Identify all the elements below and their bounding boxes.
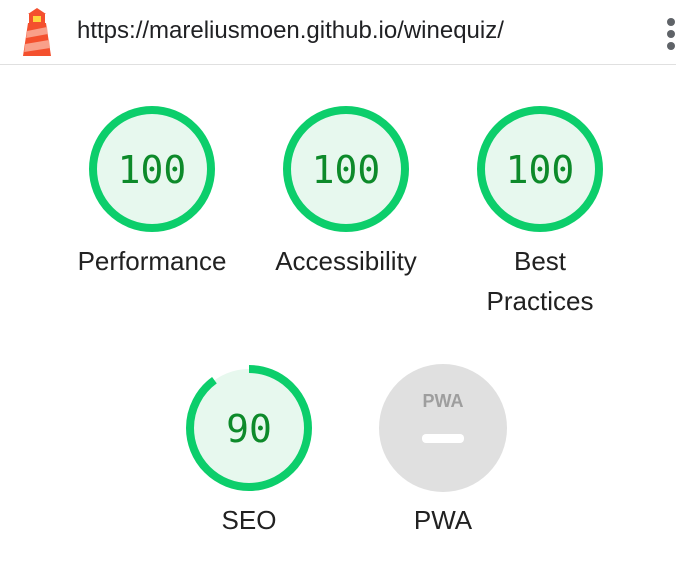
best-practices-label: Best Practices (440, 241, 640, 321)
seo-score-gauge: 90 (186, 365, 312, 491)
performance-label: Performance (77, 246, 227, 276)
seo-score: 90 (226, 407, 272, 451)
best-practices-score: 100 (506, 148, 575, 192)
more-menu-icon[interactable] (664, 18, 676, 50)
best-practices-label-line2: Practices (486, 286, 594, 316)
pwa-badge-icon: PWA (379, 364, 507, 492)
performance-score-gauge: 100 (89, 106, 215, 232)
gauge-pwa[interactable]: PWA PWA (343, 362, 543, 540)
best-practices-label-line1: Best (513, 246, 567, 276)
pwa-label: PWA (413, 505, 473, 535)
accessibility-score: 100 (312, 148, 381, 192)
gauge-performance[interactable]: 100 Performance (52, 103, 252, 281)
url-text: https://mareliusmoen.github.io/winequiz/ (77, 17, 504, 44)
header-bar: https://mareliusmoen.github.io/winequiz/ (0, 0, 676, 65)
gauge-seo[interactable]: 90 SEO (149, 362, 349, 540)
seo-label: SEO (221, 505, 277, 535)
lighthouse-logo-icon (23, 8, 51, 56)
performance-score: 100 (118, 148, 187, 192)
gauge-accessibility[interactable]: 100 Accessibility (246, 103, 446, 281)
accessibility-score-gauge: 100 (283, 106, 409, 232)
pwa-badge-text: PWA (422, 391, 463, 411)
accessibility-label: Accessibility (275, 246, 417, 276)
gauge-best-practices[interactable]: 100 Best Practices (440, 103, 640, 321)
best-practices-score-gauge: 100 (477, 106, 603, 232)
